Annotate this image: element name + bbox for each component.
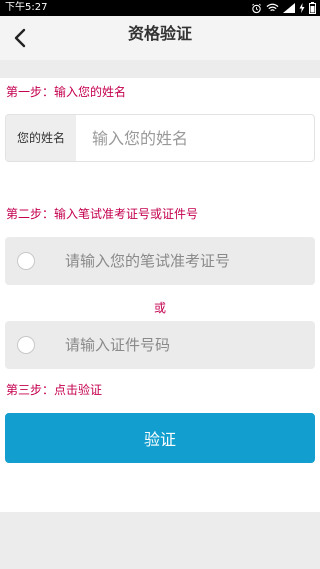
battery-icon (309, 2, 316, 14)
step3-label: 第三步：点击验证 (6, 383, 103, 397)
signal-icon (283, 3, 295, 13)
step1-label: 第一步：输入您的姓名 (6, 85, 127, 99)
name-input[interactable] (76, 115, 314, 161)
step2-label: 第二步：输入笔试准考证号或证件号 (6, 207, 199, 221)
exam-number-option (5, 237, 315, 285)
id-number-radio[interactable] (17, 336, 35, 354)
id-number-option (5, 321, 315, 369)
verification-form: 第一步：输入您的姓名 您的姓名 第二步：输入笔试准考证号或证件号 或 第三步：点… (0, 78, 320, 512)
verify-button[interactable]: 验证 (5, 413, 315, 463)
status-time: 下午5:27 (5, 2, 48, 13)
alarm-icon (252, 3, 261, 13)
page-title: 资格验证 (127, 24, 192, 43)
status-icons (251, 0, 316, 16)
name-field-label: 您的姓名 (6, 115, 76, 161)
exam-number-radio[interactable] (17, 252, 35, 270)
id-number-input[interactable] (49, 321, 311, 369)
name-field: 您的姓名 (5, 114, 315, 162)
wifi-icon (266, 3, 279, 12)
charging-icon (299, 3, 305, 13)
status-bar: 下午5:27 (0, 0, 320, 16)
or-separator: 或 (153, 301, 166, 315)
exam-number-input[interactable] (49, 237, 311, 285)
nav-bar: 资格验证 (0, 16, 320, 60)
